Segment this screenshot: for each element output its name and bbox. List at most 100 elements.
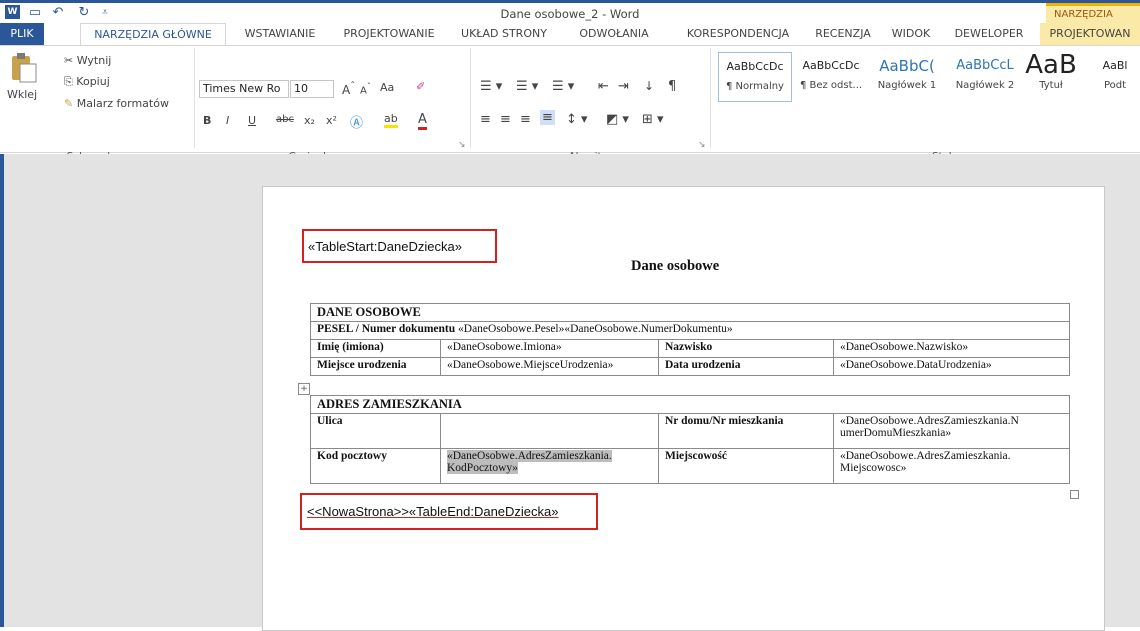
superscript-button[interactable]: x² xyxy=(326,114,337,127)
table-row: Imię (imiona) «DaneOsobowe.Imiona» Nazwi… xyxy=(310,339,1070,358)
ulica-label[interactable]: Ulica xyxy=(310,413,441,449)
imie-label[interactable]: Imię (imiona) xyxy=(310,339,441,358)
end-fields[interactable]: <<NowaStrona>>«TableEnd:DaneDziecka» xyxy=(307,504,559,519)
copy-icon: ⎘ xyxy=(64,75,77,88)
decrease-indent-icon[interactable]: ⇤ xyxy=(598,79,609,94)
data-urodzenia-value[interactable]: «DaneOsobowe.DataUrodzenia» xyxy=(833,357,1070,376)
style-preview: AaBbCcDc xyxy=(726,60,784,73)
address-table[interactable]: ADRES ZAMIESZKANIA Ulica Nr domu/Nr mies… xyxy=(310,395,1070,484)
kod-pocztowy-value[interactable]: «DaneOsobwe.AdresZamieszkania. KodPocztow… xyxy=(440,448,659,484)
style-podtytul[interactable]: AaBl Podt xyxy=(1090,52,1140,102)
bullets-icon[interactable]: ☰ ▾ xyxy=(480,79,502,94)
table-move-handle-icon[interactable]: + xyxy=(298,383,310,395)
section-title-personal[interactable]: DANE OSOBOWE xyxy=(310,303,1070,322)
table-row: DANE OSOBOWE xyxy=(310,303,1070,322)
multilevel-list-icon[interactable]: ☰ ▾ xyxy=(552,79,574,94)
context-tab-header: NARZĘDZIA xyxy=(1046,3,1140,23)
style-name: Nagłówek 2 xyxy=(955,80,1015,91)
numbering-icon[interactable]: ☰ ▾ xyxy=(516,79,538,94)
style-preview: AaBl xyxy=(1102,59,1128,72)
style-name: ¶ Normalny xyxy=(726,81,784,92)
font-size-combo[interactable]: 10 xyxy=(290,80,334,98)
align-center-icon[interactable]: ≡ xyxy=(500,112,511,127)
section-title-address[interactable]: ADRES ZAMIESZKANIA xyxy=(310,395,1070,414)
nazwisko-label[interactable]: Nazwisko xyxy=(658,339,834,358)
document-heading[interactable]: Dane osobowe xyxy=(631,258,719,275)
miejscowosc-label[interactable]: Miejscowość xyxy=(658,448,834,484)
miejsce-value[interactable]: «DaneOsobowe.MiejsceUrodzenia» xyxy=(440,357,659,376)
tab-projektowanie-tabeli[interactable]: PROJEKTOWAN xyxy=(1040,23,1140,45)
highlight-color-icon[interactable]: ab xyxy=(384,112,398,128)
text-effects-icon[interactable]: Ⓐ xyxy=(350,112,363,131)
data-urodzenia-label[interactable]: Data urodzenia xyxy=(658,357,834,376)
borders-icon[interactable]: ⊞ ▾ xyxy=(642,112,664,127)
copy-button[interactable]: ⎘ Kopiuj xyxy=(64,75,110,89)
personal-data-table[interactable]: DANE OSOBOWE PESEL / Numer dokumentu «Da… xyxy=(310,303,1070,376)
pesel-cell[interactable]: PESEL / Numer dokumentu «DaneOsobowe.Pes… xyxy=(310,321,1070,340)
grow-font-icon[interactable]: Aˆ xyxy=(342,81,355,97)
miejsce-label[interactable]: Miejsce urodzenia xyxy=(310,357,441,376)
align-left-icon[interactable]: ≡ xyxy=(480,112,491,127)
ulica-value[interactable] xyxy=(440,413,659,449)
nr-domu-label[interactable]: Nr domu/Nr mieszkania xyxy=(658,413,834,449)
tab-projektowanie[interactable]: PROJEKTOWANIE xyxy=(334,23,444,45)
style-normalny[interactable]: AaBbCcDc ¶ Normalny xyxy=(718,52,792,102)
shrink-font-icon[interactable]: Aˇ xyxy=(360,81,371,96)
style-preview: AaBbCcL xyxy=(956,58,1014,73)
sort-icon[interactable]: ↓ xyxy=(644,79,654,93)
tab-uklad-strony[interactable]: UKŁAD STRONY xyxy=(456,23,552,45)
bold-button[interactable]: B xyxy=(203,114,211,127)
clear-formatting-icon[interactable]: ✐ xyxy=(416,80,425,93)
imie-value[interactable]: «DaneOsobowe.Imiona» xyxy=(440,339,659,358)
increase-indent-icon[interactable]: ⇥ xyxy=(618,79,629,94)
tab-plik[interactable]: PLIK xyxy=(0,23,44,45)
kod-pocztowy-label[interactable]: Kod pocztowy xyxy=(310,448,441,484)
shading-icon[interactable]: ◩ ▾ xyxy=(606,112,629,127)
document-page[interactable]: «TableStart:DaneDziecka» Dane osobowe DA… xyxy=(262,186,1105,631)
subscript-button[interactable]: x₂ xyxy=(304,114,315,127)
ribbon-separator xyxy=(194,48,195,148)
nr-domu-value[interactable]: «DaneOsobowe.AdresZamieszkania.N umerDomu… xyxy=(833,413,1070,449)
nr-domu-value-line1: «DaneOsobowe.AdresZamieszkania.N xyxy=(840,415,1019,427)
font-name-combo[interactable]: Times New Ro xyxy=(199,80,289,98)
style-name: Tytuł xyxy=(1039,80,1063,91)
style-tytul[interactable]: AaB Tytuł xyxy=(1018,52,1084,102)
nowa-strona-field: <<NowaStrona>> xyxy=(307,504,409,519)
paste-label[interactable]: Wklej xyxy=(7,88,37,101)
paragraph-dialog-launcher-icon[interactable]: ↘ xyxy=(698,140,706,150)
justify-icon[interactable]: ≡ xyxy=(540,110,555,125)
font-dialog-launcher-icon[interactable]: ↘ xyxy=(458,140,466,150)
miejscowosc-value[interactable]: «DaneOsobowe.AdresZamieszkania. Miejscowo… xyxy=(833,448,1070,484)
underline-button[interactable]: U xyxy=(248,114,256,127)
tab-korespondencja[interactable]: KORESPONDENCJA xyxy=(676,23,800,45)
show-formatting-marks-icon[interactable]: ¶ xyxy=(668,79,676,94)
tab-deweloper[interactable]: DEWELOPER xyxy=(946,23,1032,45)
style-bez-odstepow[interactable]: AaBbCcDc ¶ Bez odst... xyxy=(794,52,868,102)
nazwisko-value[interactable]: «DaneOsobowe.Nazwisko» xyxy=(833,339,1070,358)
style-naglowek-2[interactable]: AaBbCcL Nagłówek 2 xyxy=(948,52,1022,102)
line-spacing-icon[interactable]: ↕ ▾ xyxy=(566,112,588,127)
kod-pocztowy-value-line1: «DaneOsobwe.AdresZamieszkania. xyxy=(447,450,612,462)
ribbon-separator xyxy=(710,48,711,148)
style-naglowek-1[interactable]: AaBbC( Nagłówek 1 xyxy=(870,52,944,102)
tab-odwolania[interactable]: ODWOŁANIA xyxy=(564,23,664,45)
kod-pocztowy-value-line2: KodPocztowy» xyxy=(447,462,518,474)
ribbon-separator xyxy=(470,48,471,148)
style-name: Podt xyxy=(1103,80,1127,91)
tab-recenzja[interactable]: RECENZJA xyxy=(808,23,878,45)
miejscowosc-value-line2: Miejscowosc» xyxy=(840,462,907,474)
table-row: Ulica Nr domu/Nr mieszkania «DaneOsobowe… xyxy=(310,413,1070,449)
tab-narzedzia-glowne[interactable]: NARZĘDZIA GŁÓWNE xyxy=(80,23,226,45)
font-color-icon[interactable]: A xyxy=(418,112,427,130)
cut-button[interactable]: ✂ Wytnij xyxy=(64,54,111,67)
strikethrough-button[interactable]: abc xyxy=(276,114,294,125)
paste-button[interactable] xyxy=(8,52,38,84)
italic-button[interactable]: I xyxy=(226,114,229,127)
table-resize-handle-icon[interactable] xyxy=(1070,490,1079,499)
format-painter-button[interactable]: ✎ Malarz formatów xyxy=(64,97,169,110)
table-start-field[interactable]: «TableStart:DaneDziecka» xyxy=(308,239,462,254)
align-right-icon[interactable]: ≡ xyxy=(520,112,531,127)
tab-wstawianie[interactable]: WSTAWIANIE xyxy=(236,23,324,45)
change-case-button[interactable]: Aa xyxy=(380,81,394,94)
tab-widok[interactable]: WIDOK xyxy=(886,23,936,45)
